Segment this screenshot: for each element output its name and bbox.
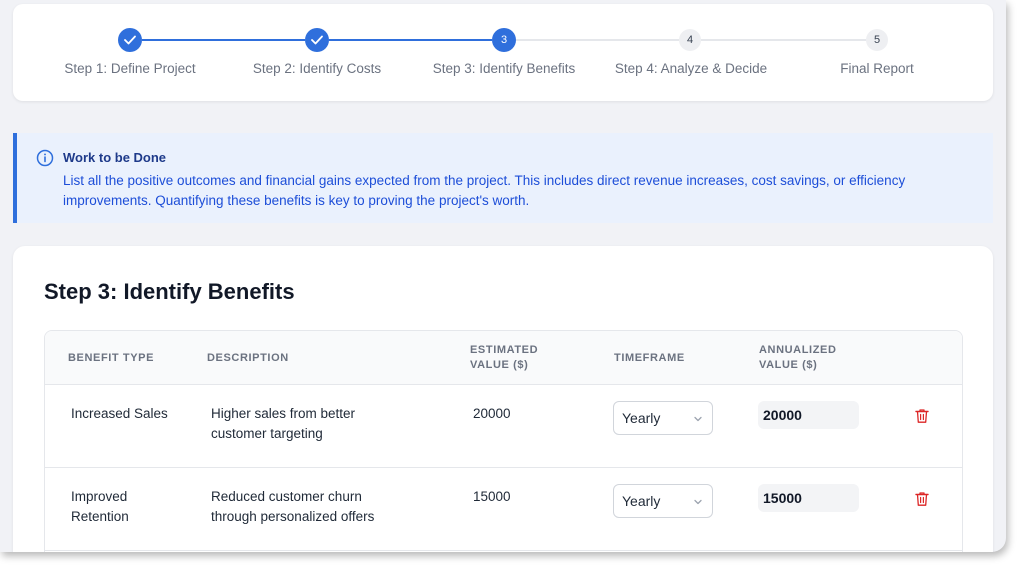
- info-body: List all the positive outcomes and finan…: [63, 173, 906, 208]
- annualized-value: 15000: [763, 490, 802, 506]
- timeframe-value: Yearly: [622, 493, 661, 509]
- step-3-label[interactable]: Step 3: Identify Benefits: [404, 61, 604, 76]
- estimated-value-cell: 15000: [473, 489, 511, 504]
- step-1-check-icon[interactable]: [118, 28, 142, 52]
- step-1-label[interactable]: Step 1: Define Project: [30, 61, 230, 76]
- page-title: Step 3: Identify Benefits: [44, 279, 295, 304]
- table-row: Improved Retention Reduced customer chur…: [45, 468, 962, 551]
- step-connector: [329, 39, 492, 41]
- step-connector: [701, 39, 867, 41]
- header-timeframe: TIMEFRAME: [614, 352, 685, 364]
- step-connector: [142, 39, 305, 41]
- step-connector: [516, 39, 679, 41]
- table-row: Increased Sales Higher sales from better…: [45, 385, 962, 468]
- progress-stepper: 3 4 5 Step 1: Define Project Step 2: Ide…: [13, 4, 993, 101]
- step-5-circle[interactable]: 5: [866, 29, 888, 51]
- check-icon: [311, 35, 323, 45]
- chevron-down-icon: [694, 416, 702, 422]
- timeframe-select[interactable]: Yearly: [613, 401, 713, 435]
- table-header: BENEFIT TYPE DESCRIPTION ESTIMATED VALUE…: [45, 331, 962, 385]
- benefits-card: Step 3: Identify Benefits BENEFIT TYPE D…: [13, 246, 993, 552]
- annualized-value-field: 20000: [758, 401, 859, 429]
- trash-icon[interactable]: [915, 491, 929, 507]
- info-title: Work to be Done: [63, 150, 167, 165]
- app-window: 3 4 5 Step 1: Define Project Step 2: Ide…: [0, 0, 1006, 552]
- step-2-check-icon[interactable]: [305, 28, 329, 52]
- trash-icon[interactable]: [915, 408, 929, 424]
- step-5-label[interactable]: Final Report: [777, 61, 977, 76]
- check-icon: [124, 35, 136, 45]
- info-callout: Work to be Done List all the positive ou…: [13, 133, 993, 223]
- header-benefit-type: BENEFIT TYPE: [68, 352, 155, 364]
- header-estimated-value: ESTIMATED VALUE ($): [470, 344, 539, 371]
- annualized-value-field: 15000: [758, 484, 859, 512]
- estimated-value-cell: 20000: [473, 406, 511, 421]
- description-cell: Higher sales from better customer target…: [211, 406, 356, 441]
- header-annualized-value: ANNUALIZED VALUE ($): [759, 344, 837, 371]
- timeframe-select[interactable]: Yearly: [613, 484, 713, 518]
- benefits-table: BENEFIT TYPE DESCRIPTION ESTIMATED VALUE…: [44, 330, 963, 552]
- header-description: DESCRIPTION: [207, 352, 289, 364]
- benefit-type-cell: Improved Retention: [71, 489, 129, 524]
- step-2-label[interactable]: Step 2: Identify Costs: [217, 61, 417, 76]
- info-icon: [36, 149, 54, 167]
- step-4-circle[interactable]: 4: [679, 29, 701, 51]
- step-4-label[interactable]: Step 4: Analyze & Decide: [591, 61, 791, 76]
- benefit-type-cell: Increased Sales: [71, 406, 168, 421]
- annualized-value: 20000: [763, 407, 802, 423]
- chevron-down-icon: [694, 499, 702, 505]
- description-cell: Reduced customer churn through personali…: [211, 489, 375, 524]
- step-3-circle[interactable]: 3: [492, 28, 516, 52]
- timeframe-value: Yearly: [622, 410, 661, 426]
